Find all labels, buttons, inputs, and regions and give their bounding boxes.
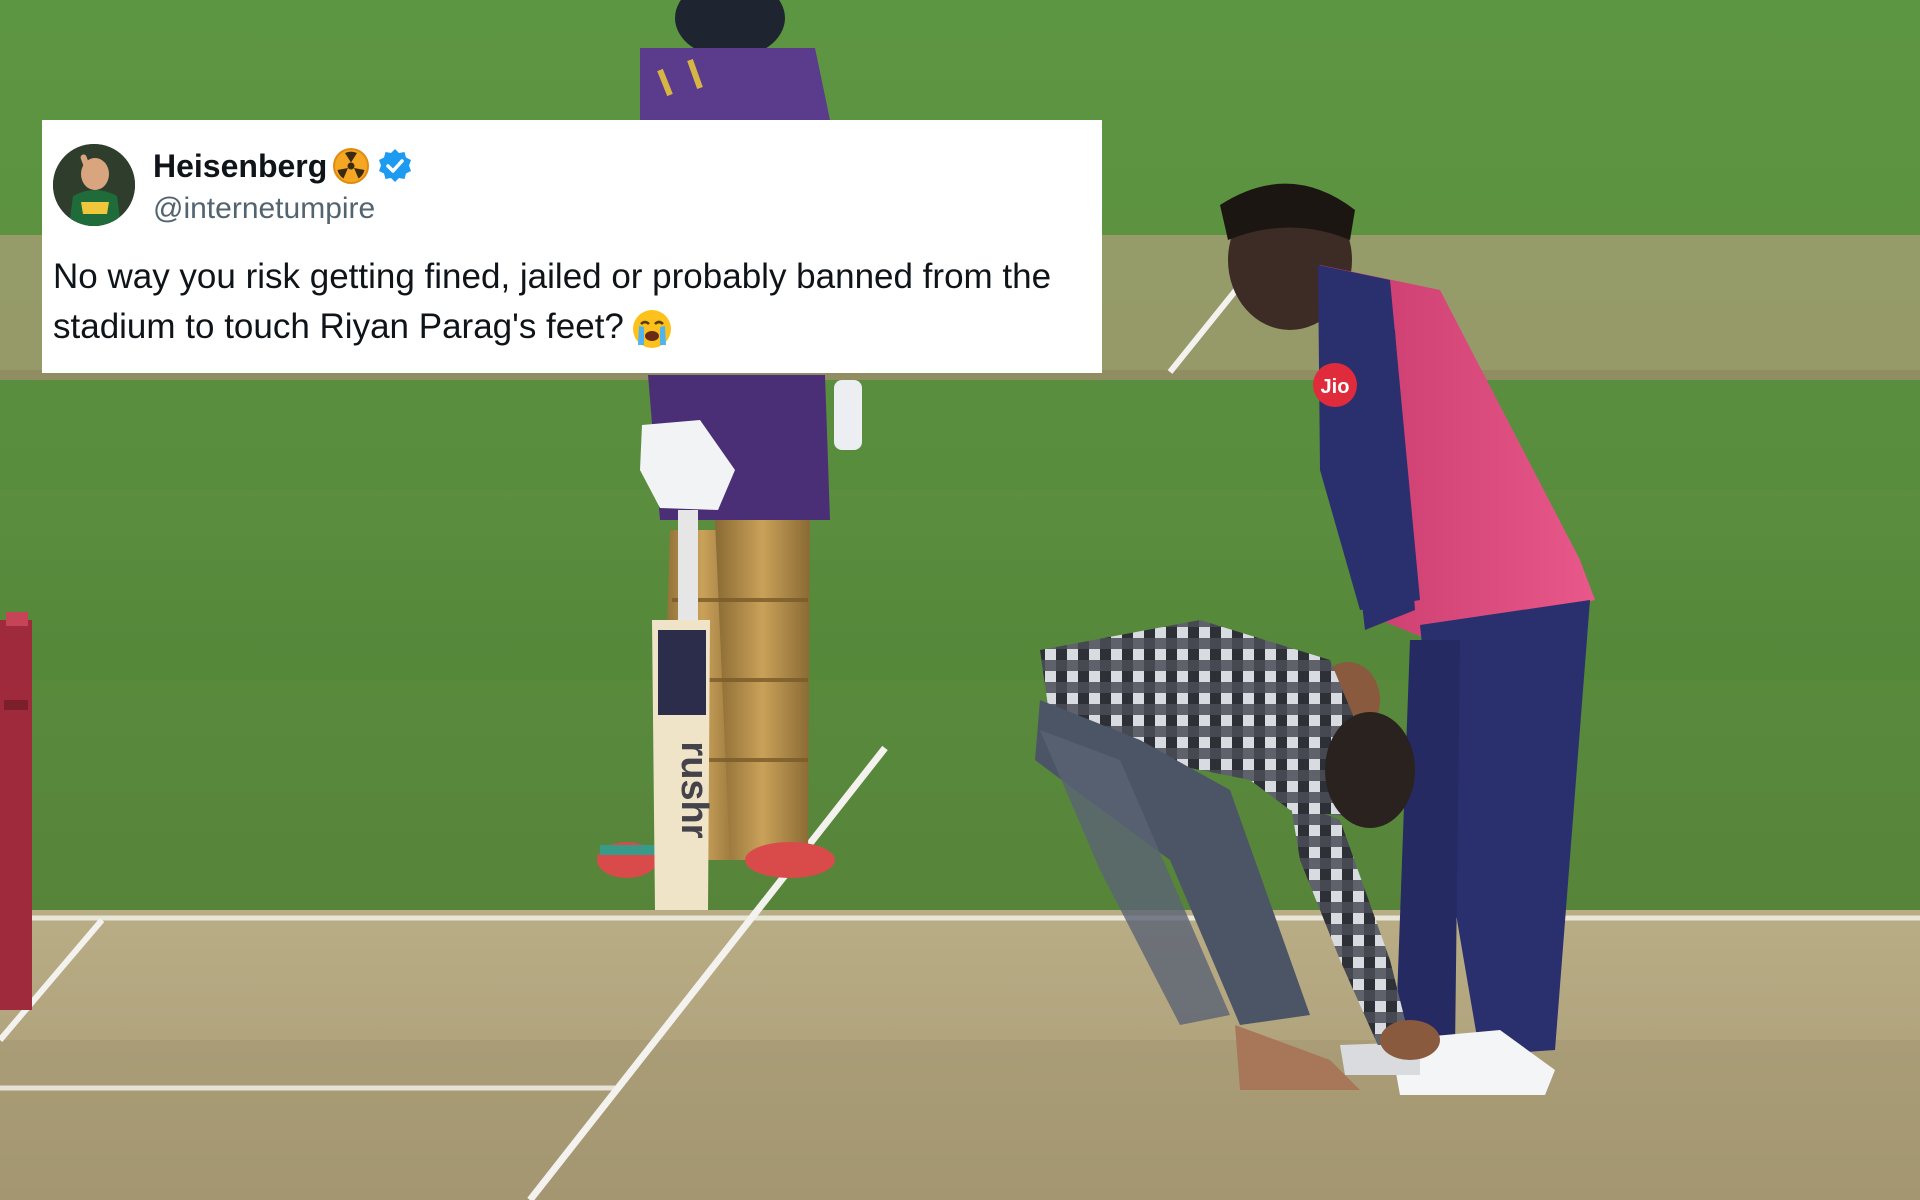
avatar-image [53,144,135,226]
avatar[interactable] [53,144,135,226]
tweet-text: No way you risk getting fined, jailed or… [53,252,1093,352]
bat-brand-label: rushr [673,741,715,838]
tweet-card: Heisenberg @internetumpire No way you ri… [42,120,1102,373]
loudly-crying-face-icon [632,309,671,348]
handle[interactable]: @internetumpire [153,190,375,228]
sponsor-logo: Jio [1321,376,1350,398]
tweet-text-line-2: stadium to touch Riyan Parag's feet? [53,307,624,346]
verified-icon[interactable] [376,147,414,185]
display-name[interactable]: Heisenberg [153,146,327,186]
radiation-icon [333,148,369,184]
tweet-text-line-1: No way you risk getting fined, jailed or… [53,257,1052,296]
